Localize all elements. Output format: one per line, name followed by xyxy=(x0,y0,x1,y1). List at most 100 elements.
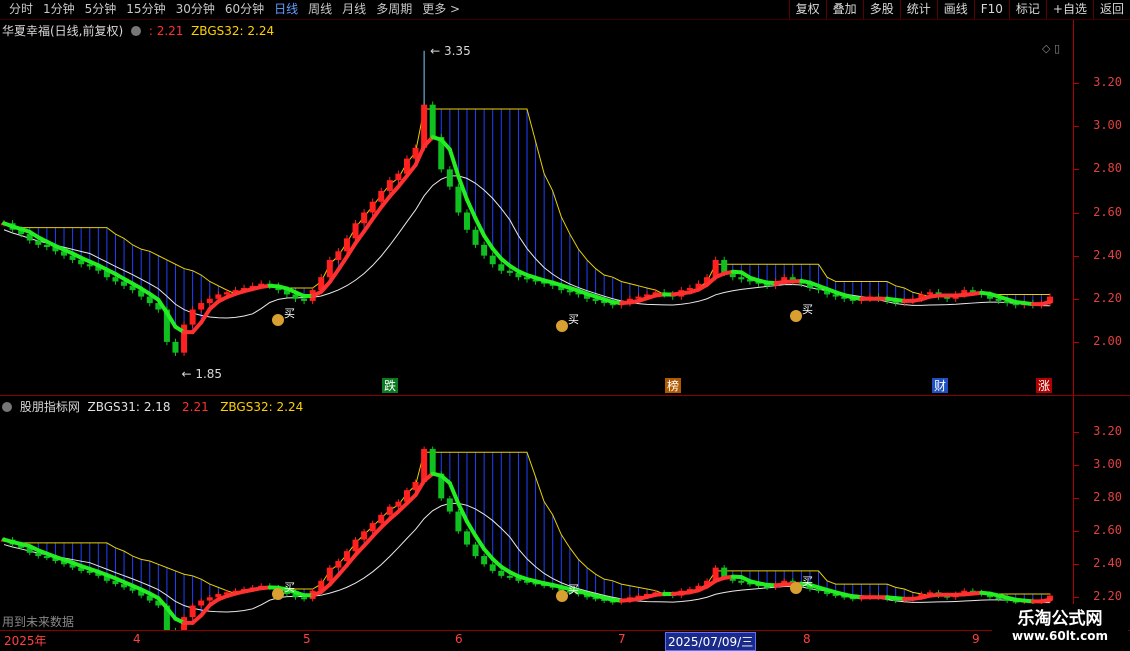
axis-tick-mark xyxy=(1074,432,1079,433)
buy-signal-icon xyxy=(556,590,568,602)
period-tab-3[interactable]: 15分钟 xyxy=(121,2,170,17)
axis-tick-label: 3.20 xyxy=(1093,424,1122,438)
candle-body xyxy=(490,256,496,265)
action-button-3[interactable]: 统计 xyxy=(900,0,937,19)
candle-body xyxy=(378,515,384,523)
candle-body xyxy=(447,498,453,511)
candle-body xyxy=(215,294,221,298)
action-button-8[interactable]: 返回 xyxy=(1093,0,1130,19)
axis-tick-mark xyxy=(1074,597,1079,598)
buy-signal-icon xyxy=(272,588,284,600)
candle-body xyxy=(353,223,359,238)
period-tab-4[interactable]: 30分钟 xyxy=(171,2,220,17)
trend-line-segment xyxy=(1041,302,1050,304)
price-plot-area[interactable]: ← 3.35← 1.85跌榜财涨买买买 xyxy=(0,20,1074,395)
candle-body xyxy=(370,523,376,531)
period-tab-9[interactable]: 多周期 xyxy=(371,2,417,17)
event-marker-label: 财 xyxy=(934,379,946,393)
date-tick-label: 4 xyxy=(133,632,141,646)
buy-signal-label: 买 xyxy=(284,307,295,320)
buy-signal-icon xyxy=(790,582,802,594)
axis-tick-mark xyxy=(1074,498,1079,499)
low-price-label: ← 1.85 xyxy=(181,367,222,381)
axis-tick-mark xyxy=(1074,213,1079,214)
axis-tick-mark xyxy=(1074,342,1079,343)
action-button-7[interactable]: +自选 xyxy=(1046,0,1093,19)
watermark-url: www.60lt.com xyxy=(992,629,1128,643)
period-toolbar: 分时1分钟5分钟15分钟30分钟60分钟日线周线月线多周期更多 > 复权叠加多股… xyxy=(0,0,1130,20)
candle-body xyxy=(361,531,367,539)
candle-body xyxy=(370,202,376,213)
axis-tick-label: 2.60 xyxy=(1093,523,1122,537)
period-tab-10[interactable]: 更多 > xyxy=(417,2,465,17)
candle-body xyxy=(44,245,50,247)
candle-body xyxy=(721,260,727,273)
action-button-1[interactable]: 叠加 xyxy=(826,0,863,19)
candle-body xyxy=(35,553,41,556)
trend-line-segment xyxy=(1041,600,1050,602)
buy-signal-icon xyxy=(272,314,284,326)
price-y-axis: 3.203.002.802.602.402.202.00 xyxy=(1074,20,1130,395)
watermark-title: 乐淘公式网 xyxy=(992,604,1128,629)
period-tabs: 分时1分钟5分钟15分钟30分钟60分钟日线周线月线多周期更多 > xyxy=(4,2,465,17)
candle-body xyxy=(190,310,196,325)
buy-signal-icon xyxy=(556,320,568,332)
event-marker-label: 涨 xyxy=(1038,378,1050,393)
axis-tick-mark xyxy=(1074,83,1079,84)
price-chart-svg: ← 3.35← 1.85跌榜财涨买买买 xyxy=(0,20,1073,395)
period-tab-7[interactable]: 周线 xyxy=(303,2,337,17)
period-tab-2[interactable]: 5分钟 xyxy=(80,2,122,17)
indicator-y-axis: 3.203.002.802.602.402.20 xyxy=(1074,396,1130,630)
period-tab-5[interactable]: 60分钟 xyxy=(220,2,269,17)
axis-tick-label: 3.20 xyxy=(1093,75,1122,89)
candle-body xyxy=(387,507,393,515)
candle-body xyxy=(327,568,333,581)
buy-signal-label: 买 xyxy=(284,581,295,594)
candle-body xyxy=(224,292,230,294)
candle-body xyxy=(481,245,487,256)
candle-body xyxy=(335,561,341,568)
candle-body xyxy=(301,597,307,599)
candle-body xyxy=(447,169,453,186)
candle-body xyxy=(301,299,307,301)
indicator-plot-area[interactable]: 买买买 xyxy=(0,396,1074,630)
event-marker-label: 跌 xyxy=(384,378,396,393)
candle-body xyxy=(387,180,393,191)
axis-tick-label: 2.20 xyxy=(1093,589,1122,603)
future-data-note: 用到未来数据 xyxy=(2,613,74,630)
candle-body xyxy=(207,597,213,600)
action-button-5[interactable]: F10 xyxy=(974,0,1009,19)
period-tab-8[interactable]: 月线 xyxy=(337,2,371,17)
candle-body xyxy=(738,581,744,583)
watermark: 乐淘公式网 www.60lt.com xyxy=(992,604,1128,646)
candle-body xyxy=(430,105,436,137)
date-tick-label: 8 xyxy=(803,632,811,646)
cursor-date-label: 2025/07/09/三 xyxy=(665,632,756,651)
candle-body xyxy=(335,251,341,260)
buy-signal-icon xyxy=(790,310,802,322)
candle-body xyxy=(207,299,213,303)
action-button-0[interactable]: 复权 xyxy=(789,0,826,19)
candle-body xyxy=(927,292,933,294)
action-buttons: 复权叠加多股统计画线F10标记+自选返回 xyxy=(789,0,1130,19)
indicator-chart-svg: 买买买 xyxy=(0,396,1073,630)
event-marker-label: 榜 xyxy=(667,378,679,393)
buy-signal-label: 买 xyxy=(568,583,579,596)
axis-tick-mark xyxy=(1074,169,1079,170)
period-tab-0[interactable]: 分时 xyxy=(4,2,38,17)
period-tab-6[interactable]: 日线 xyxy=(269,2,303,17)
action-button-6[interactable]: 标记 xyxy=(1009,0,1046,19)
period-tab-1[interactable]: 1分钟 xyxy=(38,2,80,17)
price-panel: 华夏幸福(日线,前复权) : 2.21 ZBGS32: 2.24 ◇ ▯ ← 3… xyxy=(0,20,1130,395)
candle-body xyxy=(327,260,333,277)
action-button-2[interactable]: 多股 xyxy=(863,0,900,19)
candle-body xyxy=(481,556,487,564)
axis-tick-label: 2.00 xyxy=(1093,334,1122,348)
axis-tick-label: 2.80 xyxy=(1093,490,1122,504)
action-button-4[interactable]: 画线 xyxy=(937,0,974,19)
axis-tick-mark xyxy=(1074,531,1079,532)
axis-tick-label: 3.00 xyxy=(1093,457,1122,471)
axis-tick-mark xyxy=(1074,564,1079,565)
axis-tick-mark xyxy=(1074,465,1079,466)
candle-body xyxy=(172,342,178,353)
